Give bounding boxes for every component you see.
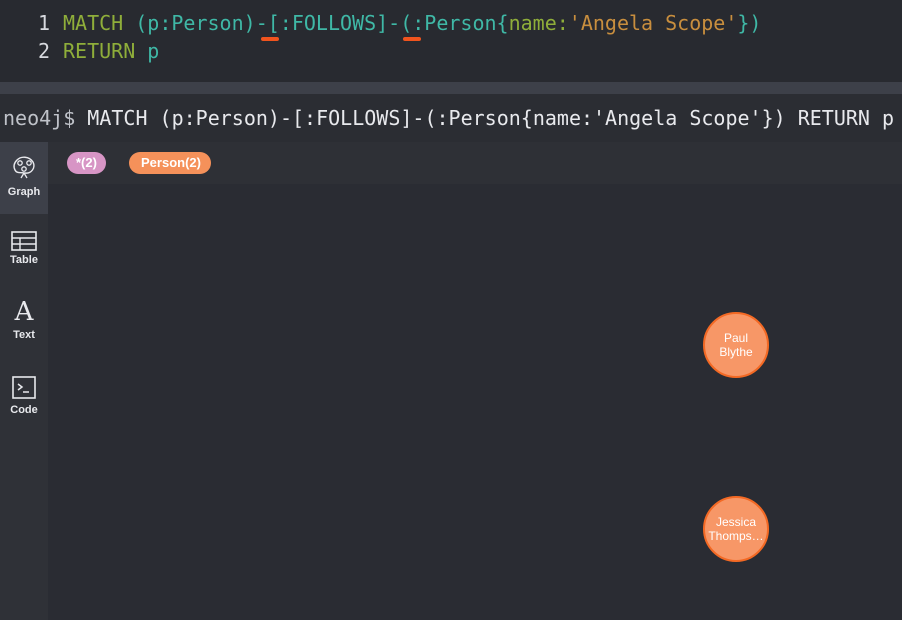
- pattern-dash: -: [388, 11, 401, 35]
- property-value: 'Angela Scope': [568, 11, 738, 35]
- node-caption-line: Paul: [723, 331, 749, 345]
- graph-canvas[interactable]: Paul Blythe Jessica Thomps…: [48, 184, 902, 620]
- frame-command[interactable]: neo4j$ MATCH (p:Person)-[:FOLLOWS]-(:Per…: [3, 106, 894, 130]
- frame-prompt: neo4j$: [3, 106, 76, 130]
- line-number: 2: [37, 39, 50, 63]
- node-caption: Paul Blythe: [705, 331, 767, 359]
- view-sidebar: Graph Table A Text Code: [0, 142, 48, 620]
- query-editor[interactable]: 1 MATCH (p:Person)-[:FOLLOWS]-(:Person{n…: [0, 0, 902, 82]
- code-icon: [12, 376, 36, 399]
- node-caption-line: Jessica: [715, 515, 756, 529]
- result-frame-header: neo4j$ MATCH (p:Person)-[:FOLLOWS]-(:Per…: [0, 94, 902, 142]
- sidebar-item-label: Text: [13, 329, 35, 341]
- line-number: 1: [37, 11, 50, 35]
- error-underline: [261, 37, 279, 41]
- editor-line-1[interactable]: 1 MATCH (p:Person)-[:FOLLOWS]-(:Person{n…: [0, 9, 762, 37]
- pattern-node-close: }): [737, 11, 762, 35]
- sidebar-item-code[interactable]: Code: [0, 370, 48, 442]
- node-caption-line: Blythe: [719, 345, 753, 359]
- sidebar-item-table[interactable]: Table: [0, 222, 48, 294]
- sidebar-item-text[interactable]: A Text: [0, 297, 48, 369]
- pattern-dash: -: [255, 11, 268, 35]
- keyword-match: MATCH: [63, 11, 124, 35]
- graph-icon: [13, 156, 35, 179]
- table-icon: [11, 231, 37, 251]
- pattern-node-open: (:Person{: [400, 11, 509, 35]
- frame-query: MATCH (p:Person)-[:FOLLOWS]-(:Person{nam…: [87, 106, 895, 130]
- sidebar-item-label: Code: [10, 404, 38, 416]
- editor-divider[interactable]: [0, 82, 902, 94]
- pattern-relationship: [:FOLLOWS]: [267, 11, 389, 35]
- relationship-type-pill[interactable]: *(2): [67, 152, 106, 174]
- node-caption-line: Thomps…: [708, 529, 764, 543]
- keyword-return: RETURN: [63, 39, 136, 63]
- graph-legend: *(2) Person(2): [48, 142, 902, 184]
- node-label-pill[interactable]: Person(2): [129, 152, 211, 174]
- pattern-node: (p:Person): [135, 11, 256, 35]
- sidebar-item-graph[interactable]: Graph: [0, 142, 48, 214]
- graph-node[interactable]: Paul Blythe: [703, 312, 769, 378]
- editor-line-2[interactable]: 2 RETURN p: [0, 37, 159, 65]
- return-variable: p: [147, 39, 160, 63]
- property-key: name:: [508, 11, 569, 35]
- error-underline: [403, 37, 421, 41]
- sidebar-item-label: Graph: [7, 186, 41, 198]
- graph-node[interactable]: Jessica Thomps…: [703, 496, 769, 562]
- node-caption: Jessica Thomps…: [705, 515, 767, 543]
- text-icon: A: [14, 297, 34, 327]
- sidebar-item-label: Table: [10, 254, 38, 266]
